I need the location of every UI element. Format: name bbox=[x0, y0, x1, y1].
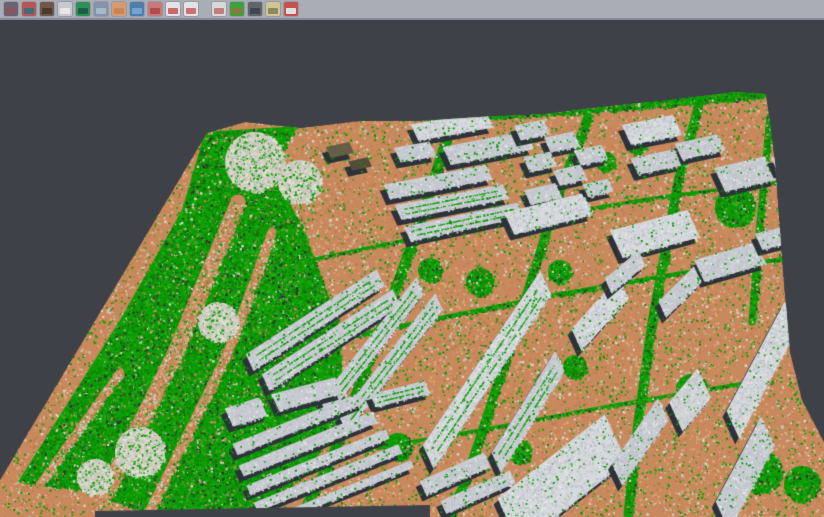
icon-terrain-brown-glyph bbox=[42, 8, 52, 14]
icon-align-points[interactable] bbox=[22, 2, 36, 16]
icon-surface-light[interactable] bbox=[58, 2, 72, 16]
main-toolbar bbox=[0, 0, 824, 20]
icon-export-yellow[interactable] bbox=[266, 2, 280, 16]
icon-terrain-brown[interactable] bbox=[40, 2, 54, 16]
icon-terrain-green[interactable] bbox=[76, 2, 90, 16]
icon-camera-dark[interactable] bbox=[248, 2, 262, 16]
icon-selection-box-red-glyph bbox=[186, 8, 196, 14]
icon-tile-orange[interactable] bbox=[112, 2, 126, 16]
icon-target-red-glyph bbox=[168, 8, 178, 14]
icon-classification-green[interactable] bbox=[230, 2, 244, 16]
icon-list-red[interactable] bbox=[148, 2, 162, 16]
icon-target-red[interactable] bbox=[166, 2, 180, 16]
icon-camera-dark-glyph bbox=[250, 8, 260, 14]
icon-column-blue[interactable] bbox=[94, 2, 108, 16]
icon-close-red-glyph bbox=[286, 8, 296, 14]
icon-close-red[interactable] bbox=[284, 2, 298, 16]
icon-dark-cube[interactable] bbox=[4, 2, 18, 16]
point-cloud-canvas[interactable] bbox=[0, 22, 824, 517]
icon-clip-box-red-glyph bbox=[214, 8, 224, 14]
icon-terrain-green-glyph bbox=[78, 8, 88, 14]
icon-globe-blue[interactable] bbox=[130, 2, 144, 16]
icon-export-yellow-glyph bbox=[268, 8, 278, 14]
icon-clip-box-red[interactable] bbox=[212, 2, 226, 16]
icon-column-blue-glyph bbox=[96, 8, 106, 14]
icon-classification-green-glyph bbox=[232, 8, 242, 14]
icon-tile-orange-glyph bbox=[114, 8, 124, 14]
icon-list-red-glyph bbox=[150, 8, 160, 14]
icon-globe-blue-glyph bbox=[132, 8, 142, 14]
icon-surface-light-glyph bbox=[60, 8, 70, 14]
icon-align-points-glyph bbox=[24, 8, 34, 14]
3d-viewport[interactable] bbox=[0, 22, 824, 517]
icon-selection-box-red[interactable] bbox=[184, 2, 198, 16]
icon-dark-cube-glyph bbox=[6, 8, 16, 14]
